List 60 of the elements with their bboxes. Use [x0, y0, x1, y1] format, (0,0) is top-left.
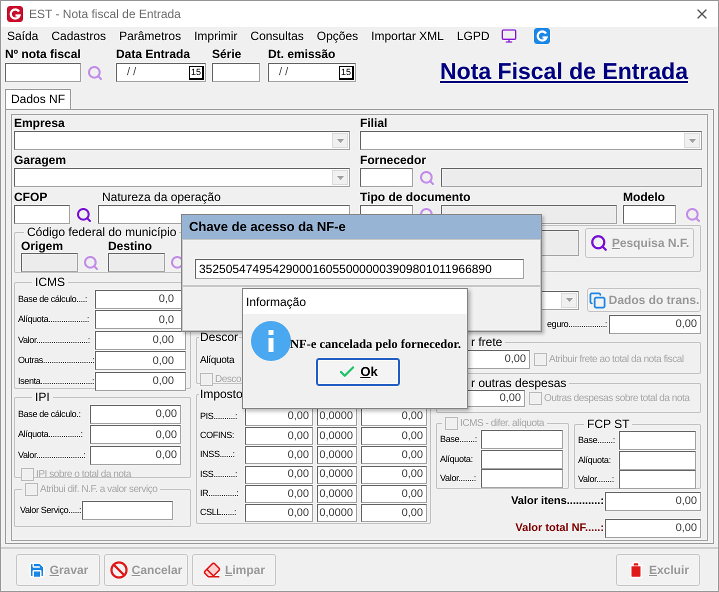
group-title: FCP ST [587, 417, 630, 431]
field-label: Fornecedor [360, 153, 428, 167]
checkbox-label: Atribuir frete ao total da nota fiscal [549, 353, 684, 367]
field-label: INSS......: [200, 448, 236, 462]
field-label: Valor.......: [440, 472, 476, 485]
field-label: Série [212, 47, 242, 61]
date-value: / / [279, 65, 288, 80]
field-label: eguro.................: [547, 318, 607, 331]
page-title: Nota Fiscal de Entrada [440, 57, 688, 86]
field-label: Alíquota [200, 355, 234, 366]
field-label: ISS..........: [200, 468, 238, 481]
field-label: Garagem [14, 153, 68, 167]
checkbox-label: ICMS - difer. alíquota [460, 417, 544, 430]
field-label: Alíquota: [578, 454, 611, 467]
field-label: Modelo [623, 190, 666, 204]
field-label: Destino [108, 239, 154, 253]
window-title: EST - Nota fiscal de Entrada [29, 6, 181, 23]
checkbox-label: IPI sobre o total da nota [36, 468, 131, 482]
field-label: Valor........................: [18, 334, 90, 346]
group-title: IPI [35, 390, 50, 404]
field-label: Base.......: [578, 434, 615, 447]
group-title: Descor [200, 330, 238, 344]
field-label: Alíquota..................: [18, 313, 90, 326]
field-label: Base.......: [440, 433, 477, 446]
field-label: Natureza da operação [101, 190, 222, 204]
field-label: Dt. emissão [268, 47, 336, 61]
group-title: ICMS [35, 275, 65, 289]
message-text: NF-e cancelada pelo fornecedor. [290, 336, 462, 353]
field-label: Nº nota fiscal [5, 47, 82, 61]
field-label: Valor......................: [18, 448, 86, 462]
field-label: Isenta........................: [18, 374, 94, 388]
group-title: Código federal do município [27, 225, 176, 239]
field-label: COFINS: [200, 429, 236, 442]
group-title: Imposto [200, 387, 243, 401]
field-label: Outras.......................: [18, 354, 95, 367]
total-label: Valor itens...........: [511, 494, 604, 510]
checkbox-label: Atribui dif. N.F. a valor serviço [40, 483, 158, 496]
field-label: Origem [21, 239, 64, 253]
field-label: Empresa [14, 116, 66, 130]
field-label: Valor.......: [578, 473, 614, 486]
field-label: CSLL......: [200, 506, 238, 520]
field-label: Alíquota...............: [18, 428, 83, 441]
field-label: Data Entrada [116, 47, 192, 61]
field-label: PIS..........: [200, 410, 238, 423]
field-label: CFOP [14, 190, 48, 204]
dialog-title: Chave de acesso da NF-e [189, 218, 346, 236]
field-label: Base de cálculo....: [18, 292, 88, 306]
field-label: Base de cálculo.: [18, 408, 81, 420]
total-label: Valor total NF.....: [515, 521, 604, 536]
group-title: r frete [471, 335, 502, 349]
field-label: Valor Serviço.....: [20, 504, 82, 517]
field-label: Tipo de documento [360, 190, 472, 204]
checkbox-label: Outras despesas sobre total da nota [544, 392, 690, 406]
field-label: Alíquota: [440, 452, 473, 466]
field-label: IR.............: [200, 487, 240, 500]
checkbox-label: Desco [215, 373, 242, 387]
group-title: r outras despesas [471, 376, 566, 390]
field-label: Filial [360, 116, 388, 130]
dialog-title: Informação [246, 294, 306, 310]
date-value: / / [127, 65, 136, 80]
